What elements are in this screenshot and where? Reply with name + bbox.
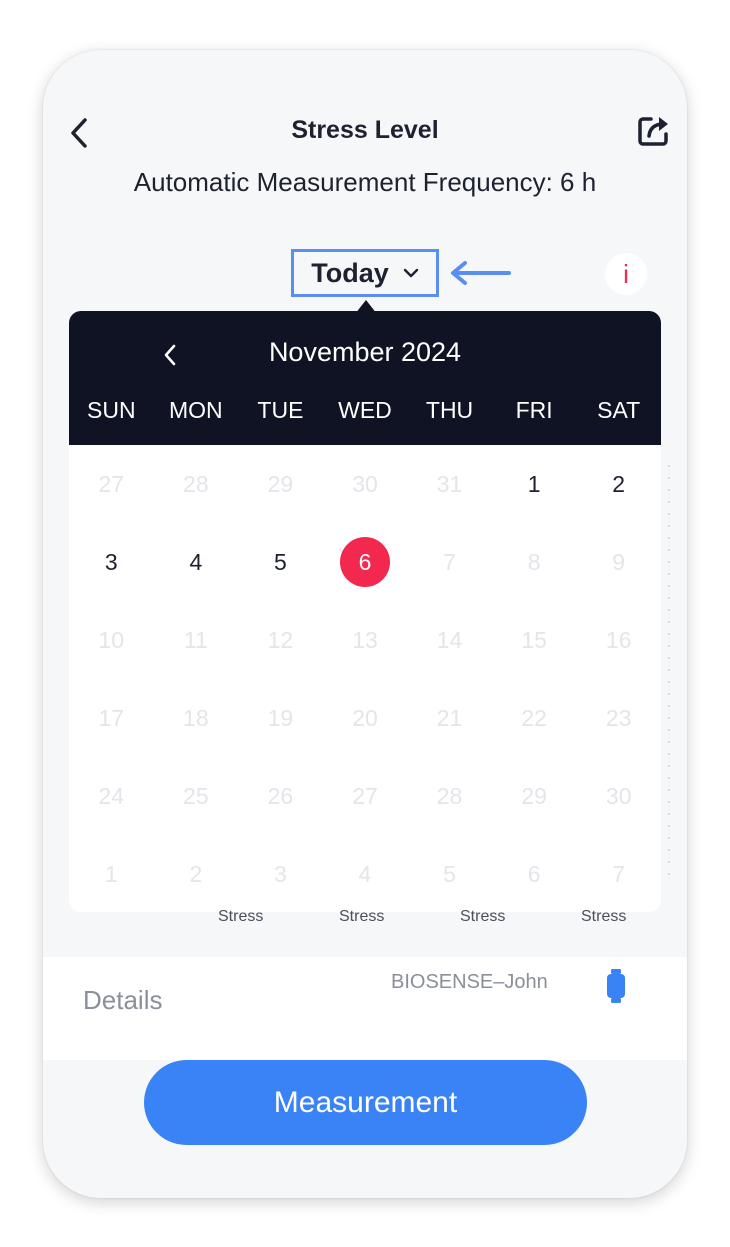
measurement-frequency-text: Automatic Measurement Frequency: 6 h	[133, 167, 597, 197]
calendar-day[interactable]: 21	[407, 679, 492, 757]
calendar-day[interactable]: 2	[576, 445, 661, 523]
calendar-day[interactable]: 10	[69, 601, 154, 679]
calendar-day[interactable]: 14	[407, 601, 492, 679]
calendar-day[interactable]: 25	[154, 757, 239, 835]
calendar-day[interactable]: 23	[576, 679, 661, 757]
calendar-day[interactable]: 9	[576, 523, 661, 601]
annotation-arrow-icon	[451, 261, 511, 285]
calendar-day[interactable]: 3	[69, 523, 154, 601]
calendar-day[interactable]: 22	[492, 679, 577, 757]
weekday-label: FRI	[515, 397, 553, 423]
calendar-day[interactable]: 13	[323, 601, 408, 679]
calendar-day[interactable]: 7	[407, 523, 492, 601]
calendar-day-grid: 27 28 29 30 31 1 2 3 4 5 6 7 8 9 10 11 12 13 14 15 16 17 18 19 2…	[69, 445, 661, 912]
weekday-label: THU	[425, 397, 474, 423]
calendar-day[interactable]: 17	[69, 679, 154, 757]
calendar-header: November 2024 SUN MON TUE WED THU FRI SA…	[69, 311, 661, 445]
weekday-row: SUN MON TUE WED THU FRI SAT	[69, 397, 661, 427]
selected-day-marker: 6	[339, 537, 390, 587]
calendar-day[interactable]: 29	[492, 757, 577, 835]
calendar-day-selected[interactable]: 6	[323, 523, 408, 601]
weekday-label: MON	[169, 397, 223, 423]
info-button[interactable]: i	[605, 253, 647, 295]
calendar-day[interactable]: 15	[492, 601, 577, 679]
date-selector-dropdown[interactable]: Today	[291, 249, 439, 297]
calendar-day[interactable]: 6	[492, 835, 577, 912]
calendar-day[interactable]: 4	[154, 523, 239, 601]
device-name: BIOSENSE–John	[391, 971, 548, 993]
page-title: Stress Level	[291, 116, 439, 144]
calendar-day[interactable]: 3	[238, 835, 323, 912]
weekday-label: WED	[338, 397, 392, 423]
calendar-day[interactable]: 19	[238, 679, 323, 757]
calendar-day[interactable]: 5	[407, 835, 492, 912]
watch-icon	[607, 969, 625, 1003]
calendar-day[interactable]: 1	[492, 445, 577, 523]
calendar-day[interactable]: 24	[69, 757, 154, 835]
calendar-day[interactable]: 18	[154, 679, 239, 757]
stress-label: Stress	[339, 908, 385, 925]
calendar-day[interactable]: 28	[407, 757, 492, 835]
month-label: November 2024	[268, 337, 462, 367]
calendar-day[interactable]: 16	[576, 601, 661, 679]
calendar-day[interactable]: 30	[576, 757, 661, 835]
calendar-day[interactable]: 4	[323, 835, 408, 912]
info-icon: i	[623, 258, 629, 289]
weekday-label: SUN	[87, 397, 136, 423]
phone-screen: Stress Level Automatic Measurement Frequ…	[43, 50, 687, 1198]
details-panel: Details BIOSENSE–John	[43, 957, 687, 1060]
calendar-day[interactable]: 28	[154, 445, 239, 523]
calendar-day[interactable]: 8	[492, 523, 577, 601]
share-icon	[638, 117, 668, 146]
chart-dotted-background	[663, 460, 675, 880]
calendar-day[interactable]: 1	[69, 835, 154, 912]
stress-label: Stress	[460, 908, 506, 925]
calendar-day[interactable]: 12	[238, 601, 323, 679]
calendar-popover: November 2024 SUN MON TUE WED THU FRI SA…	[69, 311, 661, 912]
calendar-day[interactable]: 5	[238, 523, 323, 601]
calendar-day[interactable]: 29	[238, 445, 323, 523]
weekday-label: SAT	[597, 397, 641, 423]
chevron-down-icon	[403, 268, 418, 278]
calendar-day[interactable]: 27	[323, 757, 408, 835]
weekday-label: TUE	[257, 397, 304, 423]
calendar-day[interactable]: 20	[323, 679, 408, 757]
stress-label: Stress	[218, 908, 264, 925]
date-selector-label: Today	[311, 257, 389, 288]
stress-axis-labels: Stress Stress Stress Stress	[43, 908, 687, 934]
stress-label: Stress	[581, 908, 627, 925]
details-label: Details	[83, 985, 163, 1015]
measurement-button[interactable]: Measurement	[144, 1060, 587, 1145]
calendar-day[interactable]: 31	[407, 445, 492, 523]
calendar-day[interactable]: 2	[154, 835, 239, 912]
share-button[interactable]	[637, 112, 673, 148]
calendar-day[interactable]: 30	[323, 445, 408, 523]
calendar-day[interactable]: 7	[576, 835, 661, 912]
calendar-day[interactable]: 11	[154, 601, 239, 679]
calendar-day[interactable]: 27	[69, 445, 154, 523]
calendar-day[interactable]: 26	[238, 757, 323, 835]
